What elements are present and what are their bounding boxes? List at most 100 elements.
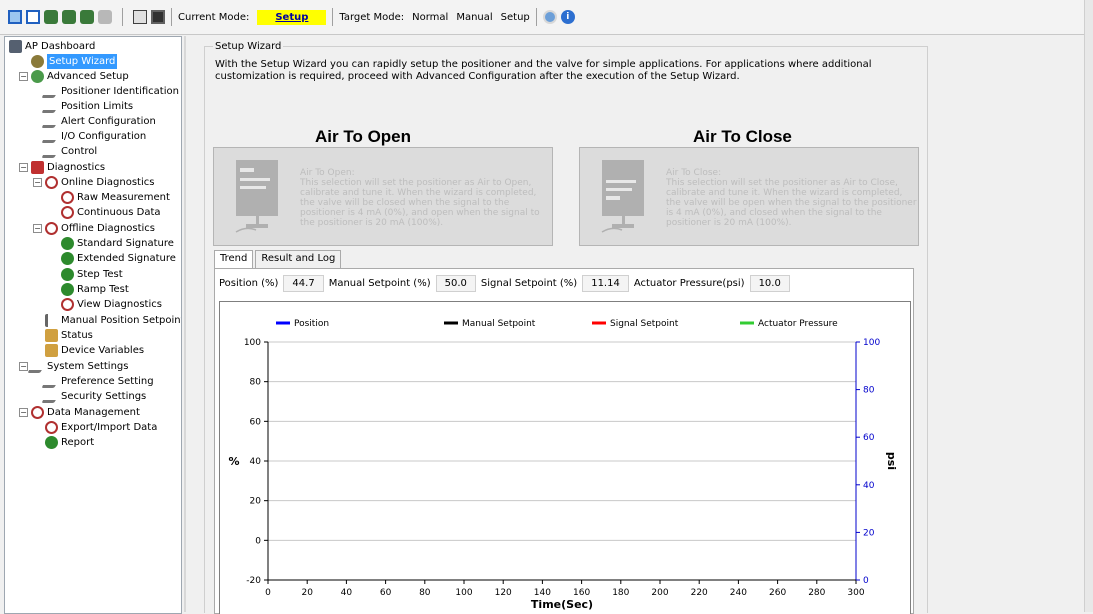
- info-icon[interactable]: i: [560, 10, 575, 24]
- help-icon[interactable]: [542, 10, 557, 24]
- air-to-open-button[interactable]: Air To Open: This selection will set the…: [213, 147, 553, 246]
- signal-setpoint-label: Signal Setpoint (%): [480, 278, 578, 289]
- tree-item-label: Positioner Identification: [61, 86, 179, 97]
- x-tick-label: 260: [769, 588, 786, 598]
- y-tick-label: 40: [250, 457, 262, 467]
- collapse-toggle[interactable]: −: [19, 163, 28, 172]
- disconnect-icon[interactable]: [62, 10, 76, 24]
- air-to-open-text: Air To Open: This selection will set the…: [300, 168, 552, 228]
- y-tick-label: 0: [255, 536, 261, 546]
- tree-item-label: Status: [61, 330, 93, 341]
- tree-item-standard-signature[interactable]: Standard Signature: [61, 236, 174, 251]
- collapse-toggle[interactable]: −: [19, 362, 28, 371]
- target-mode-setup[interactable]: Setup: [501, 12, 530, 23]
- tree-item-alert-configuration[interactable]: Alert Configuration: [41, 114, 156, 129]
- window-icon[interactable]: [26, 10, 40, 24]
- tree-item-label: View Diagnostics: [77, 299, 162, 310]
- tree-item-continuous-data[interactable]: Continuous Data: [61, 205, 161, 220]
- y2-tick-label: 0: [863, 576, 869, 586]
- legend-label: Actuator Pressure: [758, 319, 838, 329]
- toolbar-separator: [535, 8, 537, 26]
- user-icon[interactable]: [80, 10, 94, 24]
- tree-item-label: Step Test: [77, 269, 123, 280]
- tree-item-data-management[interactable]: − Data Management: [19, 405, 140, 420]
- tree-item-control[interactable]: Control: [41, 144, 97, 159]
- tree-item-label: Raw Measurement: [77, 192, 170, 203]
- tree-item-step-test[interactable]: Step Test: [61, 267, 123, 282]
- gauge-icon: [45, 222, 58, 235]
- legend-label: Manual Setpoint: [462, 319, 536, 329]
- trend-panel: Position (%) 44.7 Manual Setpoint (%) 50…: [214, 268, 914, 614]
- pencil-icon: [27, 360, 48, 373]
- collapse-toggle[interactable]: −: [33, 178, 42, 187]
- pencil-icon: [41, 375, 62, 388]
- y2-tick-label: 100: [863, 338, 880, 348]
- x-tick-label: 100: [455, 588, 472, 598]
- layout-icon[interactable]: [8, 10, 22, 24]
- tree-item-ramp-test[interactable]: Ramp Test: [61, 282, 129, 297]
- gauge-icon: [61, 206, 74, 219]
- tree-item-label: I/O Configuration: [61, 131, 147, 142]
- tree-item-advanced-setup[interactable]: − Advanced Setup: [19, 69, 129, 84]
- tree-item-label: Extended Signature: [77, 253, 176, 264]
- tree-item-system-settings[interactable]: − System Settings: [19, 359, 128, 374]
- signal-setpoint-value: 11.14: [582, 275, 629, 292]
- tree-item-online-diagnostics[interactable]: − Online Diagnostics: [33, 175, 154, 190]
- collapse-toggle[interactable]: −: [33, 224, 42, 233]
- current-mode-label: Current Mode:: [178, 11, 250, 23]
- tree-item-security-settings[interactable]: Security Settings: [41, 389, 146, 404]
- advanced-setup-icon: [31, 70, 44, 83]
- print-icon[interactable]: [133, 10, 147, 24]
- air-to-close-button[interactable]: Air To Close: This selection will set th…: [579, 147, 919, 246]
- panel-splitter[interactable]: [184, 36, 186, 612]
- toolbar: Current Mode: Setup Target Mode: Normal …: [0, 0, 1085, 35]
- green-gauge-icon: [61, 237, 74, 250]
- tree-item-position-limits[interactable]: Position Limits: [41, 99, 133, 114]
- connect-icon[interactable]: [44, 10, 58, 24]
- position-value: 44.7: [283, 275, 324, 292]
- target-mode-normal[interactable]: Normal: [412, 12, 448, 23]
- tree-item-manual-position-setpoint[interactable]: Manual Position Setpoint: [45, 313, 181, 328]
- legend-label: Signal Setpoint: [610, 319, 679, 329]
- x-axis-label: Time(Sec): [531, 598, 593, 611]
- tab-result-and-log[interactable]: Result and Log: [255, 250, 342, 269]
- tree-item-label: Device Variables: [61, 345, 145, 356]
- tree-item-setup-wizard[interactable]: Setup Wizard: [31, 54, 118, 69]
- tree-item-offline-diagnostics[interactable]: − Offline Diagnostics: [33, 221, 155, 236]
- tree-item-extended-signature[interactable]: Extended Signature: [61, 251, 176, 266]
- tree-item-io-configuration[interactable]: I/O Configuration: [41, 129, 147, 144]
- x-tick-label: 60: [380, 588, 392, 598]
- tree-item-label: Continuous Data: [77, 207, 161, 218]
- wizard-description: With the Setup Wizard you can rapidly se…: [215, 59, 872, 82]
- tree-item-status[interactable]: Status: [45, 328, 93, 343]
- x-tick-label: 220: [691, 588, 708, 598]
- gauge-icon: [45, 176, 58, 189]
- tree-item-preference-setting[interactable]: Preference Setting: [41, 374, 154, 389]
- pencil-icon: [41, 145, 62, 158]
- trend-chart-box: 0 20 40 60 80 100 120 140 160 180 200 220 240 260 280 3…: [219, 301, 911, 614]
- tree-item-label: Export/Import Data: [61, 422, 158, 433]
- save-icon[interactable]: [151, 10, 165, 24]
- collapse-toggle[interactable]: −: [19, 408, 28, 417]
- gauge-icon: [31, 406, 44, 419]
- collapse-toggle[interactable]: −: [19, 72, 28, 81]
- tree-item-label: System Settings: [47, 361, 129, 372]
- x-tick-label: 240: [730, 588, 747, 598]
- tree-item-raw-measurement[interactable]: Raw Measurement: [61, 190, 170, 205]
- tree-item-label: Data Management: [47, 407, 140, 418]
- tree-item-ap-dashboard[interactable]: AP Dashboard: [9, 39, 95, 54]
- tree-item-export-import-data[interactable]: Export/Import Data: [45, 420, 157, 435]
- tree-item-device-variables[interactable]: Device Variables: [45, 343, 144, 358]
- tab-trend[interactable]: Trend: [214, 250, 254, 269]
- refresh-icon[interactable]: [98, 10, 112, 24]
- tree-item-positioner-identification[interactable]: Positioner Identification: [41, 84, 179, 99]
- window-scrollbar[interactable]: [1084, 0, 1093, 612]
- x-tick-label: 20: [301, 588, 313, 598]
- tree-item-label: AP Dashboard: [25, 41, 96, 52]
- tree-item-diagnostics[interactable]: − Diagnostics: [19, 160, 105, 175]
- tree-item-report[interactable]: Report: [45, 435, 94, 450]
- tree-item-view-diagnostics[interactable]: View Diagnostics: [61, 297, 162, 312]
- target-mode-manual[interactable]: Manual: [456, 12, 492, 23]
- x-tick-label: 40: [341, 588, 353, 598]
- air-to-open-text-body: This selection will set the positioner a…: [300, 178, 540, 228]
